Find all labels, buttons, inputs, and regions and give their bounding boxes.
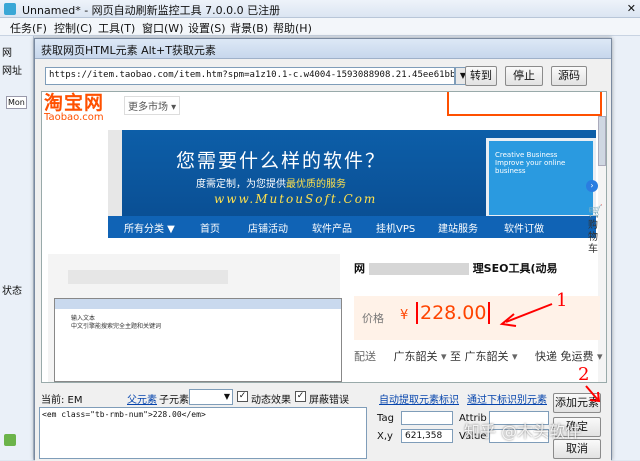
left-label-1: 网 [2,48,12,59]
block-errors-checkbox[interactable]: ✓ [295,391,306,402]
left-label-4: 状态 [2,286,22,297]
app-title: Unnamed* - 网页自动刷新监控工具 7.0.0.0 已注册 [22,4,281,17]
menu-window[interactable]: 窗口(W) [142,20,183,36]
cart-char-2: 物 [588,232,598,243]
block-errors-label: 屏蔽错误 [309,395,349,406]
parent-element-link[interactable]: 父元素 [127,391,157,406]
source-button[interactable]: 源码 [551,66,587,86]
delivery-label: 配送 [354,350,376,363]
delivery-row: 配送 广东韶关 ▾ 至 广东韶关 ▾ 快递 免运费 ▾ [354,350,603,363]
html-element-dialog: 获取网页HTML元素 Alt+T获取元素 https://item.taobao… [34,38,612,461]
nav-all-categories[interactable]: 所有分类 ▼ [124,220,175,235]
menu-tools[interactable]: 工具(T) [98,20,135,36]
child-element-label: 子元素 [159,395,189,406]
menu-task[interactable]: 任务(F) [10,20,47,36]
banner-screen-image: Creative Business Improve your online bu… [486,138,596,218]
price-label: 价格 [362,312,384,325]
more-market-label: 更多市场 [128,102,168,113]
xy-label: X,y [377,431,393,442]
app-titlebar: Unnamed* - 网页自动刷新监控工具 7.0.0.0 已注册 [0,0,640,18]
window-close-icon[interactable]: ✕ [596,2,636,16]
banner-sub-prefix: 度需定制，为您提供 [196,179,286,190]
nav-site-build[interactable]: 建站服务 [438,220,478,235]
taobao-logo[interactable]: 淘宝网 Taobao.com [44,94,124,124]
annotation-number-2: 2 [578,364,590,385]
product-title-start: 网 [354,262,365,275]
nav-software-products[interactable]: 软件产品 [312,220,352,235]
dialog-toolbar: https://item.taobao.com/item.htm?spm=a1z… [35,59,611,89]
price-currency: ¥ [400,308,409,323]
child-element-select[interactable]: ▼ [189,389,233,405]
menu-control[interactable]: 控制(C) [54,20,92,36]
banner-edge [108,130,122,218]
blurred-title [368,263,469,275]
menu-help[interactable]: 帮助(H) [273,20,312,36]
side-cart-label[interactable]: 购 物 车 [588,220,600,256]
product-title-end: 理SEO工具(动易 [472,262,558,275]
annotation-arrow-1 [499,303,553,327]
tag-input[interactable] [401,411,453,425]
go-button[interactable]: 转到 [465,66,497,86]
web-view[interactable]: 淘宝网 Taobao.com 更多市场 ▾ 您需要什么样的软件？ 度需定制，为您… [41,91,607,383]
logo-text: 淘宝网 [44,92,105,114]
stop-button[interactable]: 停止 [505,66,543,86]
screenshot-toolbar [55,299,341,309]
nav-store-events[interactable]: 店铺活动 [248,220,288,235]
cart-char-3: 车 [588,244,598,255]
app-menubar: 任务(F) 控制(C) 工具(T) 窗口(W) 设置(S) 背景(B) 帮助(H… [0,18,640,36]
nav-vps[interactable]: 挂机VPS [376,220,415,235]
cart-icon[interactable]: 🛒 [588,204,603,218]
delivery-to[interactable]: 广东韶关 [465,350,509,363]
annotation-arrow-2 [585,385,601,403]
menu-background[interactable]: 背景(B) [230,20,268,36]
app-left-panel: 网 网址 Mon 状态 [0,36,34,460]
shop-nav-bar: 所有分类 ▼ 首页 店铺活动 软件产品 挂机VPS 建站服务 软件订做 [108,216,596,238]
annotation-number-1: 1 [556,290,568,311]
shop-banner[interactable]: 您需要什么样的软件？ 度需定制，为您提供最优质的服务 www.MutouSoft… [108,130,596,218]
dynamic-effect-checkbox[interactable]: ✓ [237,391,248,402]
cancel-button[interactable]: 取消 [553,439,601,459]
extract-by-index-link[interactable]: 通过下标识别元素 [467,391,547,406]
dialog-titlebar: 获取网页HTML元素 Alt+T获取元素 [35,39,611,59]
banner-subtitle: 度需定制，为您提供最优质的服务 [196,175,346,190]
banner-url: www.MutouSoft.Com [214,192,378,206]
webview-scrollbar[interactable] [598,116,606,166]
screenshot-text-2: 中文引擎能搜索完全主题和关键词 [71,323,162,330]
sidebar-arrow-icon[interactable]: › [586,180,598,192]
menu-settings[interactable]: 设置(S) [188,20,226,36]
blurred-area [68,270,228,284]
delivery-to-word: 至 [450,350,462,363]
dialog-title: 获取网页HTML元素 Alt+T获取元素 [41,44,216,57]
banner-screen-text: Creative Business Improve your online bu… [495,151,566,175]
app-icon [4,3,16,15]
cart-char-1: 购 [588,220,598,231]
delivery-express: 快递 免运费 [535,350,594,363]
nav-custom-software[interactable]: 软件订做 [504,220,544,235]
current-element-label: 当前: EM [41,395,83,406]
product-screenshot: 输入文本 中文引擎能搜索完全主题和关键词 [54,298,342,382]
dynamic-effect-label: 动态效果 [251,395,291,406]
logo-subtext: Taobao.com [44,112,104,123]
more-market-dropdown[interactable]: 更多市场 ▾ [124,96,181,115]
auto-extract-link[interactable]: 自动提取元素标识 [379,391,459,406]
left-label-3[interactable]: Mon [6,96,27,109]
banner-headline: 您需要什么样的软件？ [176,150,387,172]
xy-input[interactable]: 621,358 [401,429,453,443]
delivery-from[interactable]: 广东韶关 [394,350,438,363]
search-box[interactable] [447,92,602,116]
banner-sub-highlight: 最优质的服务 [286,179,346,190]
url-input[interactable]: https://item.taobao.com/item.htm?spm=a1z… [45,67,455,85]
nav-home[interactable]: 首页 [200,220,220,235]
price-value[interactable]: 228.00 [416,302,491,324]
app-right-panel [612,36,640,460]
tag-label: Tag [377,413,394,424]
product-title: 网 理SEO工具(动易 [354,260,558,276]
product-image-area[interactable]: 输入文本 中文引擎能搜索完全主题和关键词 [48,254,342,382]
element-html-textarea[interactable]: <em class="tb-rmb-num">228.00</em> [39,407,367,459]
status-icon [4,434,16,446]
watermark: 知乎 @木头软件 [464,422,582,441]
left-label-2: 网址 [2,66,22,77]
